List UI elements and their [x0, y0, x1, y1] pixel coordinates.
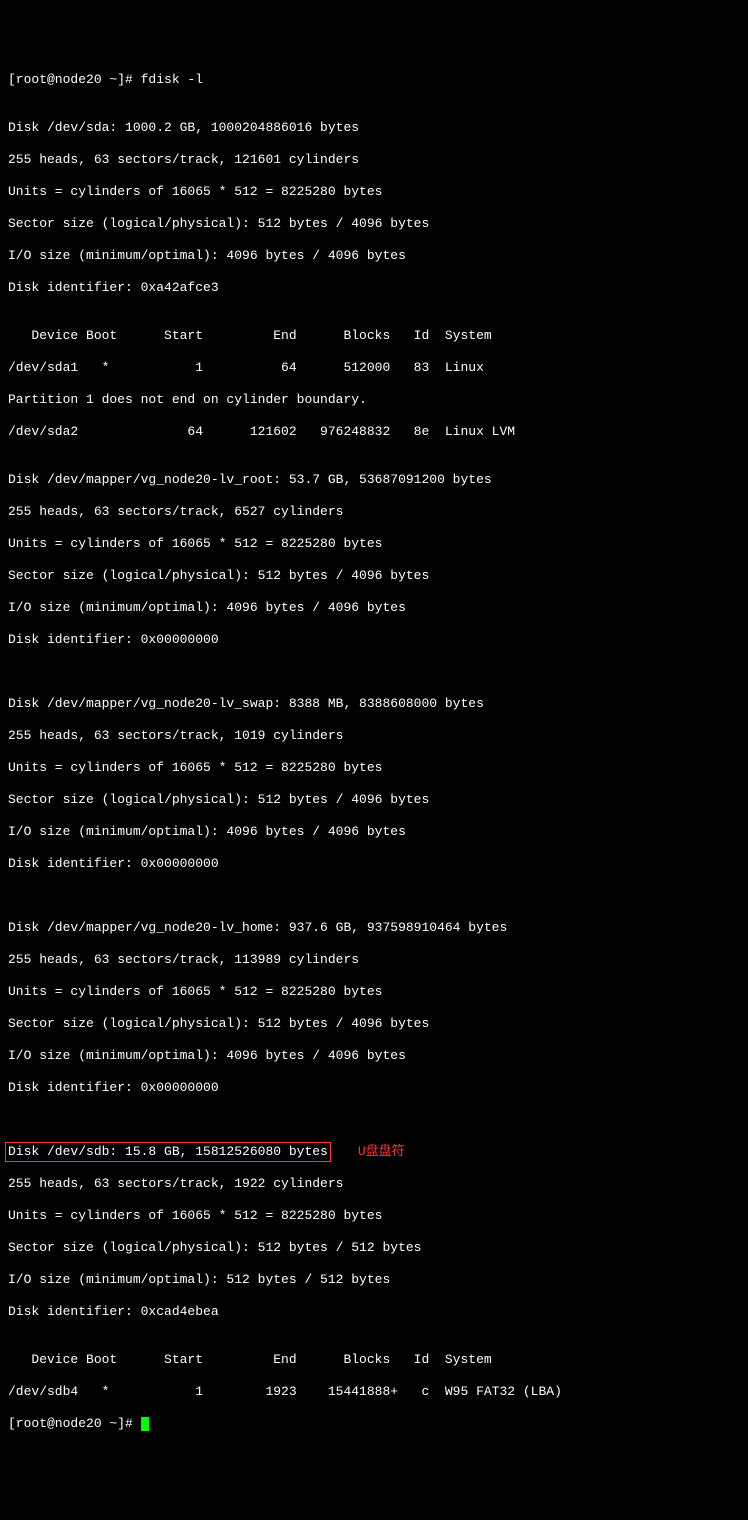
- disk-lvroot-id: Disk identifier: 0x00000000: [8, 632, 740, 648]
- disk-lvroot-units: Units = cylinders of 16065 * 512 = 82252…: [8, 536, 740, 552]
- disk-lvswap-id: Disk identifier: 0x00000000: [8, 856, 740, 872]
- disk-sdb-sector: Sector size (logical/physical): 512 byte…: [8, 1240, 740, 1256]
- shell-prompt: [root@node20 ~]#: [8, 72, 141, 87]
- prompt-line[interactable]: [root@node20 ~]#: [8, 1416, 740, 1432]
- partition-row: /dev/sdb4 * 1 1923 15441888+ c W95 FAT32…: [8, 1384, 740, 1400]
- command-text: fdisk -l: [141, 72, 203, 87]
- disk-lvroot-geom: 255 heads, 63 sectors/track, 6527 cylind…: [8, 504, 740, 520]
- prompt-line: [root@node20 ~]# fdisk -l: [8, 72, 740, 88]
- disk-sda-sector: Sector size (logical/physical): 512 byte…: [8, 216, 740, 232]
- disk-sdb-io: I/O size (minimum/optimal): 512 bytes / …: [8, 1272, 740, 1288]
- disk-sdb-header-line: Disk /dev/sdb: 15.8 GB, 15812526080 byte…: [8, 1144, 740, 1160]
- disk-lvswap-io: I/O size (minimum/optimal): 4096 bytes /…: [8, 824, 740, 840]
- disk-lvswap-geom: 255 heads, 63 sectors/track, 1019 cylind…: [8, 728, 740, 744]
- disk-lvhome-geom: 255 heads, 63 sectors/track, 113989 cyli…: [8, 952, 740, 968]
- disk-sdb-geom: 255 heads, 63 sectors/track, 1922 cylind…: [8, 1176, 740, 1192]
- partition-table-header: Device Boot Start End Blocks Id System: [8, 1352, 740, 1368]
- disk-lvhome-io: I/O size (minimum/optimal): 4096 bytes /…: [8, 1048, 740, 1064]
- disk-lvhome-sector: Sector size (logical/physical): 512 byte…: [8, 1016, 740, 1032]
- disk-sdb-id: Disk identifier: 0xcad4ebea: [8, 1304, 740, 1320]
- disk-sda-id: Disk identifier: 0xa42afce3: [8, 280, 740, 296]
- disk-lvroot-sector: Sector size (logical/physical): 512 byte…: [8, 568, 740, 584]
- disk-lvroot-header: Disk /dev/mapper/vg_node20-lv_root: 53.7…: [8, 472, 740, 488]
- partition-table-header: Device Boot Start End Blocks Id System: [8, 328, 740, 344]
- disk-sda-units: Units = cylinders of 16065 * 512 = 82252…: [8, 184, 740, 200]
- disk-sdb-units: Units = cylinders of 16065 * 512 = 82252…: [8, 1208, 740, 1224]
- disk-sda-io: I/O size (minimum/optimal): 4096 bytes /…: [8, 248, 740, 264]
- disk-sdb-header: Disk /dev/sdb: 15.8 GB, 15812526080 byte…: [8, 1144, 328, 1159]
- usb-disk-highlight: Disk /dev/sdb: 15.8 GB, 15812526080 byte…: [5, 1142, 331, 1162]
- disk-lvhome-header: Disk /dev/mapper/vg_node20-lv_home: 937.…: [8, 920, 740, 936]
- partition-warning: Partition 1 does not end on cylinder bou…: [8, 392, 740, 408]
- disk-lvhome-id: Disk identifier: 0x00000000: [8, 1080, 740, 1096]
- disk-lvswap-sector: Sector size (logical/physical): 512 byte…: [8, 792, 740, 808]
- partition-row: /dev/sda2 64 121602 976248832 8e Linux L…: [8, 424, 740, 440]
- shell-prompt: [root@node20 ~]#: [8, 1416, 141, 1431]
- usb-label-annotation: U盘盘符: [358, 1144, 405, 1160]
- cursor-icon: [141, 1417, 149, 1431]
- disk-sda-header: Disk /dev/sda: 1000.2 GB, 1000204886016 …: [8, 120, 740, 136]
- disk-lvhome-units: Units = cylinders of 16065 * 512 = 82252…: [8, 984, 740, 1000]
- disk-lvswap-units: Units = cylinders of 16065 * 512 = 82252…: [8, 760, 740, 776]
- disk-sda-geom: 255 heads, 63 sectors/track, 121601 cyli…: [8, 152, 740, 168]
- partition-row: /dev/sda1 * 1 64 512000 83 Linux: [8, 360, 740, 376]
- disk-lvswap-header: Disk /dev/mapper/vg_node20-lv_swap: 8388…: [8, 696, 740, 712]
- disk-lvroot-io: I/O size (minimum/optimal): 4096 bytes /…: [8, 600, 740, 616]
